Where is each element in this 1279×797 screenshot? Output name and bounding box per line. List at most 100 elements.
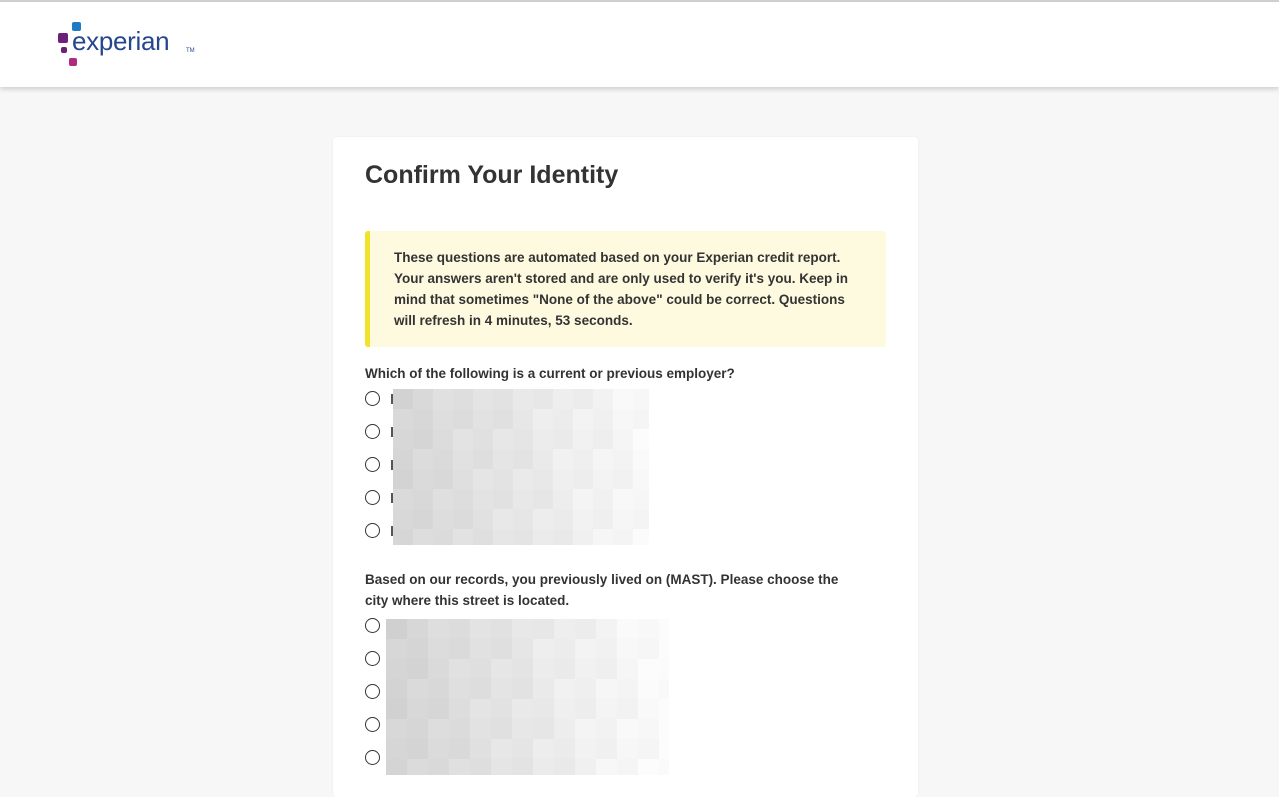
redaction-pixel <box>533 739 554 759</box>
redaction-pixel <box>512 699 533 719</box>
redaction-pixel <box>596 739 617 759</box>
redaction-pixel <box>413 489 433 509</box>
redaction-pixel <box>433 409 453 429</box>
redaction-pixel <box>413 449 433 469</box>
redaction-pixel <box>407 719 428 739</box>
radio-option[interactable] <box>365 651 380 666</box>
redaction-pixel <box>533 429 553 449</box>
redaction-pixel <box>449 759 470 775</box>
redaction-pixel <box>470 699 491 719</box>
redaction-pixel <box>407 639 428 659</box>
redaction-pixel <box>613 389 633 409</box>
redaction-pixel <box>413 509 433 529</box>
redaction-pixel <box>554 719 575 739</box>
redaction-pixel <box>473 429 493 449</box>
redaction-pixel <box>449 739 470 759</box>
redaction-pixel <box>393 509 413 529</box>
redaction-pixel <box>638 619 659 639</box>
radio-option[interactable] <box>365 490 380 505</box>
redaction-pixel <box>493 449 513 469</box>
redaction-pixel <box>513 409 533 429</box>
redaction-pixel <box>596 639 617 659</box>
notice-accent-bar <box>365 231 370 347</box>
redaction-pixel <box>428 679 449 699</box>
redacted-options-block <box>393 389 649 545</box>
redaction-pixel <box>633 529 649 545</box>
redaction-pixel <box>407 759 428 775</box>
redaction-pixel <box>575 699 596 719</box>
redaction-pixel <box>533 619 554 639</box>
redaction-pixel <box>633 469 649 489</box>
redaction-pixel <box>593 509 613 529</box>
redaction-pixel <box>613 509 633 529</box>
redaction-pixel <box>491 739 512 759</box>
redaction-pixel <box>491 699 512 719</box>
redaction-pixel <box>413 469 433 489</box>
redaction-pixel <box>470 619 491 639</box>
redaction-pixel <box>473 409 493 429</box>
radio-option[interactable] <box>365 391 380 406</box>
redaction-pixel <box>659 659 669 679</box>
redaction-pixel <box>473 469 493 489</box>
redaction-pixel <box>633 449 649 469</box>
page-title: Confirm Your Identity <box>365 161 619 189</box>
redaction-pixel <box>573 389 593 409</box>
redaction-pixel <box>393 429 413 449</box>
redaction-pixel <box>575 679 596 699</box>
redaction-pixel <box>407 619 428 639</box>
radio-option[interactable] <box>365 457 380 472</box>
redaction-pixel <box>573 429 593 449</box>
radio-option[interactable] <box>365 523 380 538</box>
redaction-pixel <box>593 389 613 409</box>
redaction-pixel <box>393 409 413 429</box>
redaction-pixel <box>493 409 513 429</box>
redaction-pixel <box>533 759 554 775</box>
redaction-pixel <box>659 759 669 775</box>
redaction-pixel <box>593 489 613 509</box>
identity-card: Confirm Your Identity These questions ar… <box>333 137 918 797</box>
redaction-pixel <box>433 529 453 545</box>
redaction-pixel <box>491 619 512 639</box>
redaction-pixel <box>386 679 407 699</box>
redaction-pixel <box>470 659 491 679</box>
redaction-pixel <box>449 639 470 659</box>
redaction-pixel <box>533 509 553 529</box>
redaction-pixel <box>613 489 633 509</box>
redaction-pixel <box>513 469 533 489</box>
redaction-pixel <box>491 639 512 659</box>
redaction-pixel <box>638 659 659 679</box>
redaction-pixel <box>407 679 428 699</box>
redaction-pixel <box>575 739 596 759</box>
redaction-pixel <box>449 619 470 639</box>
redaction-pixel <box>575 619 596 639</box>
redaction-pixel <box>473 449 493 469</box>
redaction-pixel <box>453 469 473 489</box>
radio-option[interactable] <box>365 684 380 699</box>
redaction-pixel <box>573 469 593 489</box>
radio-option[interactable] <box>365 750 380 765</box>
experian-logo[interactable]: experian TM <box>58 22 198 68</box>
redaction-pixel <box>428 719 449 739</box>
redaction-pixel <box>493 489 513 509</box>
redaction-pixel <box>613 449 633 469</box>
radio-option[interactable] <box>365 618 380 633</box>
redaction-pixel <box>386 719 407 739</box>
redaction-pixel <box>513 529 533 545</box>
redaction-pixel <box>633 409 649 429</box>
redaction-pixel <box>433 489 453 509</box>
redaction-pixel <box>593 469 613 489</box>
redaction-pixel <box>491 719 512 739</box>
redaction-pixel <box>428 739 449 759</box>
radio-option[interactable] <box>365 717 380 732</box>
redaction-pixel <box>617 639 638 659</box>
redaction-pixel <box>554 759 575 775</box>
redaction-pixel <box>470 639 491 659</box>
redaction-pixel <box>393 529 413 545</box>
redaction-pixel <box>449 659 470 679</box>
redaction-pixel <box>513 449 533 469</box>
redaction-pixel <box>633 389 649 409</box>
site-header: experian TM <box>0 2 1279 87</box>
redaction-pixel <box>617 699 638 719</box>
redaction-pixel <box>613 469 633 489</box>
radio-option[interactable] <box>365 424 380 439</box>
